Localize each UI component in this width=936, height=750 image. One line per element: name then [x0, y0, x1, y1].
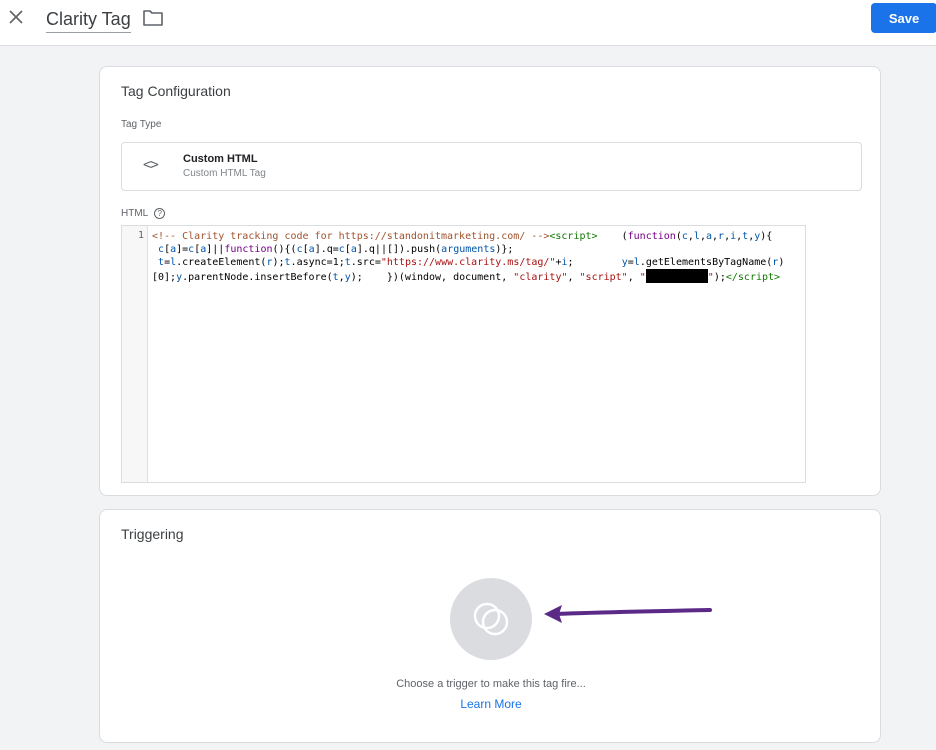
tag-name-field[interactable]: Clarity Tag: [46, 8, 131, 33]
help-icon[interactable]: ?: [154, 208, 166, 219]
save-button[interactable]: Save: [871, 3, 936, 33]
tag-type-subtitle: Custom HTML Tag: [183, 168, 266, 179]
add-trigger-button[interactable]: [450, 578, 532, 660]
learn-more-link[interactable]: Learn More: [100, 697, 882, 711]
top-bar: Clarity Tag Save: [0, 0, 936, 46]
code-content[interactable]: <!-- Clarity tracking code for https://s…: [152, 230, 802, 284]
trigger-hint: Choose a trigger to make this tag fire..…: [396, 678, 586, 690]
tag-configuration-card: Tag Configuration Tag Type <> Custom HTM…: [99, 66, 881, 496]
folder-icon[interactable]: [142, 9, 164, 27]
code-icon: <>: [143, 157, 159, 173]
trigger-icon: [473, 602, 509, 636]
annotation-arrow-icon: [544, 605, 712, 623]
tag-type-selector[interactable]: <> Custom HTML Custom HTML Tag: [121, 142, 862, 191]
tag-configuration-title: Tag Configuration: [121, 83, 231, 99]
line-number: 1: [122, 226, 148, 482]
tag-type-label: Tag Type: [121, 119, 162, 130]
html-label: HTML: [121, 208, 149, 219]
redacted-id: [645, 269, 708, 283]
close-icon[interactable]: [4, 5, 28, 29]
triggering-card: Triggering Choose a trigger to make this…: [99, 509, 881, 743]
tag-type-name: Custom HTML: [183, 153, 258, 165]
triggering-title: Triggering: [121, 526, 184, 542]
html-label-row: HTML ?: [121, 208, 166, 219]
html-code-editor[interactable]: 1 <!-- Clarity tracking code for https:/…: [121, 225, 806, 483]
